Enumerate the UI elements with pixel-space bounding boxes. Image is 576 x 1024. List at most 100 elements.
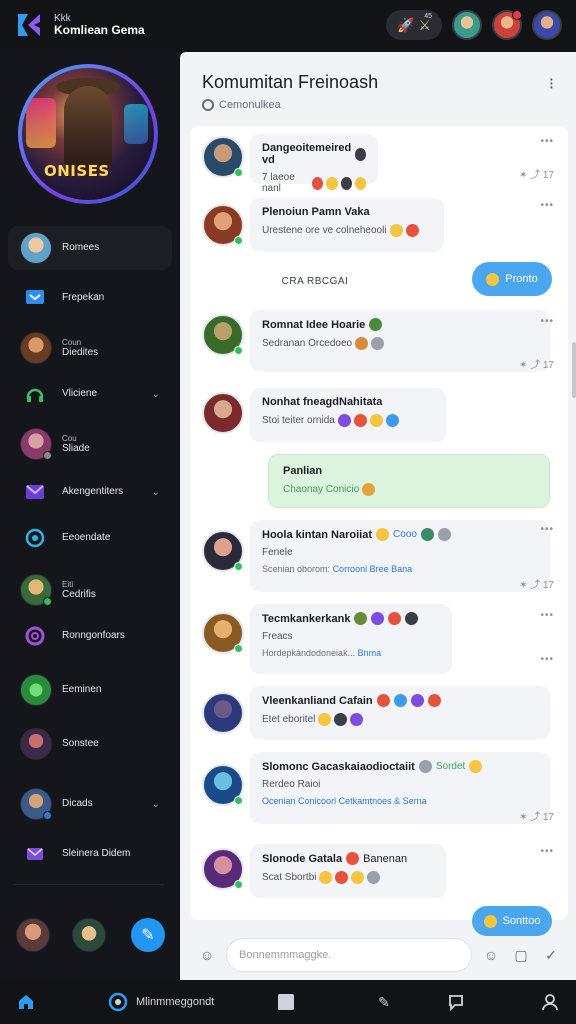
profile-avatar[interactable]: [532, 10, 562, 40]
avatar[interactable]: [202, 392, 244, 434]
sidebar-item-dicads[interactable]: Dicads ⌄: [8, 782, 172, 826]
avatar[interactable]: [202, 692, 244, 734]
own-message[interactable]: Panlian Chaonay Conicio: [268, 454, 550, 508]
chevron-down-icon[interactable]: ⌄: [152, 487, 160, 498]
pen-icon: ✎: [378, 993, 390, 1010]
avatar[interactable]: [202, 204, 244, 246]
compose-button[interactable]: ✎: [131, 918, 165, 952]
emoji-icon: [326, 176, 338, 190]
send-icon[interactable]: ✓: [540, 944, 562, 966]
emoji-icon: [369, 414, 383, 427]
nav-chat[interactable]: [446, 992, 466, 1012]
app-logo-icon[interactable]: [14, 10, 44, 40]
sidebar-item-sleinera-didem[interactable]: Sleinera Didem: [8, 832, 172, 876]
online-indicator: [234, 346, 243, 355]
reply-button[interactable]: Pronto: [472, 262, 552, 296]
reply-button[interactable]: Sonttoo: [472, 906, 552, 936]
community-icon: [108, 992, 128, 1012]
chat-panel: Komumitan Freinoash Cemonulkea ⁝ Dangeoi…: [180, 52, 576, 980]
alert-badge: [512, 10, 522, 20]
message-options-icon[interactable]: •••: [540, 846, 554, 857]
reaction-counter[interactable]: ✶ ⤴ 17: [519, 166, 554, 181]
message-link[interactable]: Bnma: [358, 648, 382, 658]
avatar[interactable]: [202, 612, 244, 654]
nav-edit[interactable]: ✎: [374, 992, 394, 1012]
nav-library[interactable]: [276, 992, 296, 1012]
avatar[interactable]: [202, 530, 244, 572]
avatar[interactable]: [202, 764, 244, 806]
nav-profile[interactable]: [540, 992, 560, 1012]
sidebar-item-akengentiters[interactable]: Akengentiters ⌄: [8, 470, 172, 514]
message-link[interactable]: Corrooni Bree Bana: [333, 564, 413, 574]
chevron-down-icon[interactable]: ⌄: [152, 799, 160, 810]
emoji-icon: [367, 871, 381, 884]
message-options-icon[interactable]: •••: [540, 136, 554, 147]
avatar[interactable]: [202, 136, 244, 178]
message-list[interactable]: Dangeoitemeired vd 7 laeoe nanl ••• ✶ ⤴ …: [190, 126, 568, 936]
message-options-icon[interactable]: •••: [540, 316, 554, 327]
emoji-icon: [410, 694, 424, 707]
sidebar-item-sonstee[interactable]: Sonstee: [8, 722, 172, 766]
reaction-counter[interactable]: ✶ ⤴ 17: [519, 356, 554, 371]
sticker-icon[interactable]: ☺: [480, 944, 502, 966]
quick-actions-pill[interactable]: 🚀 ⚔ 45: [386, 10, 442, 40]
emoji-icon: [369, 318, 383, 331]
emoji-icon: [405, 612, 419, 625]
nav-community[interactable]: Mlinmmeggondt: [108, 992, 214, 1012]
list-item: Plenoiun Pamn Vaka Urestene ore ve colne…: [190, 198, 568, 254]
sidebar-item-eeoendate[interactable]: Eeoendate: [8, 516, 172, 560]
sidebar-item-eeminen[interactable]: Eeminen: [8, 668, 172, 712]
message-input[interactable]: Bonnemmmaggke.: [226, 938, 472, 972]
sidebar-item-ronngonfoars[interactable]: Ronngonfoars: [8, 614, 172, 658]
sidebar-item-frepekan[interactable]: Frepekan: [8, 276, 172, 320]
emoji-icon: [335, 871, 349, 884]
pencil-icon: ✎: [141, 927, 155, 944]
gif-icon[interactable]: ▢: [510, 944, 532, 966]
scrollbar[interactable]: [572, 342, 576, 398]
rocket-icon: 🚀: [397, 16, 415, 33]
featured-game-art[interactable]: ONISES: [18, 64, 158, 204]
message-options-icon[interactable]: •••: [540, 610, 554, 621]
message-link[interactable]: Cetkamtnoes & Serna: [339, 796, 427, 806]
emoji-icon: [355, 337, 369, 350]
user-avatar[interactable]: [72, 918, 106, 952]
sidebar-item-cedrifis[interactable]: Eiti Cedrifis: [8, 568, 172, 612]
friend-avatar[interactable]: [452, 10, 482, 40]
nav-home[interactable]: [16, 992, 36, 1012]
reaction-counter[interactable]: ✶ ⤴ 17: [519, 576, 554, 591]
avatar: [20, 332, 52, 364]
emoji-icon: [319, 871, 333, 884]
list-item: Slonode Gatala Banenan Scat Sbortbi •••: [190, 844, 568, 900]
emoji-icon: [312, 176, 324, 190]
emoji-icon: [371, 612, 385, 625]
online-indicator: [234, 168, 243, 177]
list-item: Slomonc Gacaskaiaodioctaiit Sordet Rerdeo…: [190, 752, 568, 826]
message-options-icon[interactable]: •••: [540, 654, 554, 665]
online-indicator: [234, 236, 243, 245]
square-icon: [276, 992, 296, 1012]
sidebar-item-vliciene[interactable]: Vliciene ⌄: [8, 372, 172, 416]
reaction-counter[interactable]: ✶ ⤴ 17: [519, 808, 554, 823]
friend-avatar[interactable]: [492, 10, 522, 40]
message-options-icon[interactable]: •••: [540, 524, 554, 535]
emoji-picker-icon[interactable]: ☺: [196, 944, 218, 966]
sidebar-item-romees[interactable]: Romees: [8, 226, 172, 270]
emoji-icon: [337, 414, 351, 427]
mail-icon: [24, 843, 46, 865]
bottom-nav: Mlinmmeggondt ✎: [0, 980, 576, 1024]
emoji-icon: [340, 176, 352, 190]
user-avatar[interactable]: [16, 918, 50, 952]
sidebar-item-diedites[interactable]: Coun Diedites: [8, 326, 172, 370]
chevron-down-icon[interactable]: ⌄: [152, 389, 160, 400]
avatar[interactable]: [202, 314, 244, 356]
message-options-icon[interactable]: •••: [540, 200, 554, 211]
system-message: CRA RBCGAI: [281, 276, 349, 287]
avatar[interactable]: [202, 848, 244, 890]
envelope-icon: [24, 481, 46, 503]
avatar: [20, 728, 52, 760]
emoji-icon: [346, 852, 360, 865]
emoji-icon: [376, 694, 390, 707]
sidebar-item-sliade[interactable]: Cou Sliade: [8, 422, 172, 466]
more-menu-icon[interactable]: ⁝: [549, 74, 554, 94]
avatar: [20, 232, 52, 264]
